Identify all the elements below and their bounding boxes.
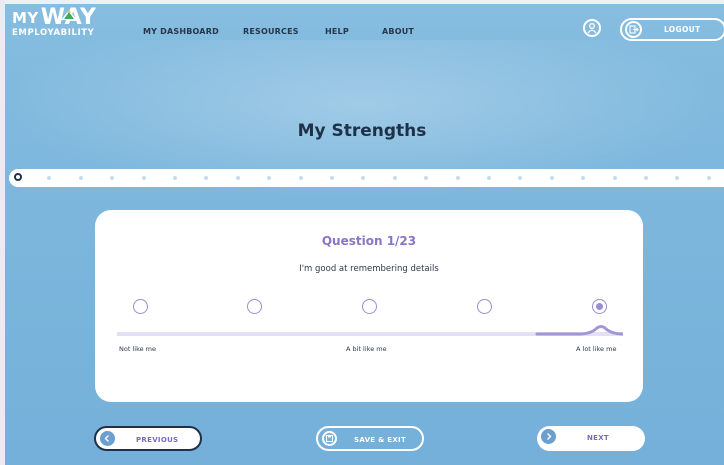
save-exit-label: SAVE & EXIT <box>354 436 407 444</box>
progress-step <box>298 176 303 180</box>
save-exit-button[interactable]: SAVE & EXIT <box>316 426 424 451</box>
chevron-right-icon <box>541 429 556 444</box>
progress-step <box>47 176 52 180</box>
progress-step <box>361 176 366 180</box>
page-title: My Strengths <box>297 121 427 141</box>
answer-option-1[interactable] <box>133 299 148 314</box>
progress-step <box>675 176 680 180</box>
question-progress-bar <box>9 169 724 187</box>
logout-icon <box>629 25 639 34</box>
window-top-edge <box>0 0 724 4</box>
answer-option-5[interactable] <box>592 299 607 314</box>
progress-step-current <box>14 173 22 181</box>
progress-step <box>204 176 209 180</box>
progress-step <box>235 176 240 180</box>
next-button[interactable]: NEXT <box>537 426 645 451</box>
answer-option-2[interactable] <box>247 299 262 314</box>
floppy-disk-svg <box>325 434 334 443</box>
nav-help[interactable]: HELP <box>325 27 349 36</box>
logo-wordmark: MY WAY <box>12 7 96 29</box>
save-icon <box>322 431 337 446</box>
progress-step <box>267 176 272 180</box>
progress-step <box>487 176 491 180</box>
mountain-logo-icon <box>61 10 77 20</box>
logo-my: MY <box>12 9 39 27</box>
progress-step <box>518 176 523 180</box>
logout-button[interactable]: LOGOUT <box>620 18 724 41</box>
answer-option-3[interactable] <box>362 299 377 314</box>
scale-label-mid: A bit like me <box>346 345 387 353</box>
previous-button[interactable]: PREVIOUS <box>94 426 202 451</box>
logo-employability: EMPLOYABILITY <box>12 28 95 38</box>
progress-step <box>424 176 429 180</box>
progress-step <box>581 176 586 180</box>
chevron-left-svg <box>104 435 109 442</box>
progress-step <box>549 176 554 180</box>
previous-label: PREVIOUS <box>136 436 179 444</box>
progress-step <box>173 176 177 180</box>
next-label: NEXT <box>587 434 610 442</box>
answer-option-4[interactable] <box>477 299 492 314</box>
answer-scale-track <box>117 325 623 336</box>
scale-label-high: A lot like me <box>576 345 617 353</box>
myway-logo[interactable]: MY WAY EMPLOYABILITY <box>12 7 96 39</box>
progress-step <box>141 176 146 180</box>
user-icon <box>587 23 597 34</box>
progress-step <box>644 176 648 180</box>
user-profile-button[interactable] <box>583 19 601 37</box>
question-text: I'm good at remembering details <box>299 264 439 274</box>
progress-step <box>110 176 115 180</box>
chevron-left-icon <box>100 431 115 446</box>
nav-my-dashboard[interactable]: MY DASHBOARD <box>143 27 219 36</box>
progress-step <box>455 176 460 180</box>
nav-resources[interactable]: RESOURCES <box>243 27 299 36</box>
nav-about[interactable]: ABOUT <box>382 27 414 36</box>
chevron-right-svg <box>547 433 552 440</box>
progress-step <box>612 176 617 180</box>
scale-label-low: Not like me <box>119 345 156 353</box>
progress-step <box>78 176 83 180</box>
question-card: Question 1/23 I'm good at remembering de… <box>95 210 643 402</box>
logout-label: LOGOUT <box>664 25 701 34</box>
question-number: Question 1/23 <box>321 234 417 248</box>
logout-icon-wrap <box>625 21 642 38</box>
progress-step <box>392 176 397 180</box>
progress-step <box>706 176 711 180</box>
progress-step <box>330 176 334 180</box>
